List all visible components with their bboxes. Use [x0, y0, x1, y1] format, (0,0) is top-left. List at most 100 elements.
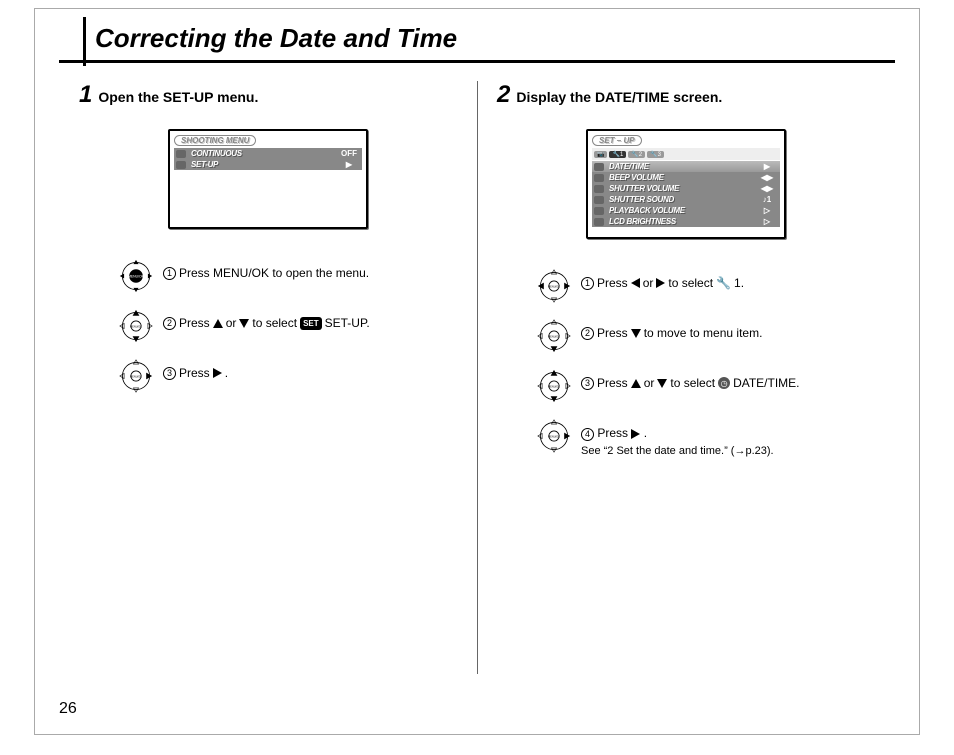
row-value: OFF — [336, 149, 362, 158]
text: Press — [597, 275, 628, 292]
text: to move to menu item. — [644, 325, 763, 342]
step-bullet: 2 — [163, 317, 176, 330]
row-label: PLAYBACK VOLUME — [607, 206, 751, 215]
lcd-row: CONTINUOUS OFF — [174, 148, 362, 159]
instruction-text: 1 Press or to select 🔧 1. — [581, 269, 744, 292]
row-value: ▷ — [754, 206, 780, 215]
instruction-text: 2 Press or to select SET SET-UP. — [163, 309, 370, 332]
instruction: MENU/OK 1 Press or to select 🔧 1. — [537, 269, 875, 303]
columns: 1 Open the SET-UP menu. SHOOTING MENU CO… — [59, 81, 895, 684]
step-heading: 1 Open the SET-UP menu. — [79, 81, 457, 109]
dpad-icon: MENU/OK — [119, 259, 153, 293]
lcd-shooting-menu: SHOOTING MENU CONTINUOUS OFF SET-UP ▶ — [168, 129, 368, 229]
dpad-icon: MENU/OK — [537, 369, 571, 403]
up-arrow-icon — [631, 379, 641, 388]
down-arrow-icon — [631, 329, 641, 338]
row-icon — [594, 174, 604, 182]
right-arrow-icon — [213, 368, 222, 378]
dpad-icon: MENU/OK — [537, 419, 571, 453]
row-icon — [594, 218, 604, 226]
step-bullet: 3 — [581, 377, 594, 390]
row-icon — [594, 163, 604, 171]
svg-text:MENU/OK: MENU/OK — [128, 275, 145, 279]
instruction: MENU/OK 1 Press MENU/OK to open the menu… — [119, 259, 457, 293]
left-arrow-icon — [631, 278, 640, 288]
text: or — [643, 275, 654, 292]
row-icon — [594, 185, 604, 193]
text: DATE/TIME. — [733, 375, 799, 392]
svg-text:MENU/OK: MENU/OK — [548, 435, 560, 439]
row-label: BEEP VOLUME — [607, 173, 751, 182]
lcd-tab: 🔧1 — [609, 151, 626, 158]
text: or — [644, 375, 655, 392]
instruction: MENU/OK 3 Press . — [119, 359, 457, 393]
text: Press — [597, 375, 628, 392]
row-value: ▶ — [336, 160, 362, 169]
text: Press — [179, 315, 210, 332]
text: or — [226, 315, 237, 332]
down-arrow-icon — [657, 379, 667, 388]
lcd-row: LCD BRIGHTNESS▷ — [592, 216, 780, 227]
row-label: DATE/TIME — [607, 162, 751, 171]
step-number: 2 — [497, 81, 510, 109]
lcd-row: SHUTTER SOUND♪1 — [592, 194, 780, 205]
dpad-icon: MENU/OK — [119, 309, 153, 343]
instruction: MENU/OK 2 Press to move to menu item. — [537, 319, 875, 353]
instruction: MENU/OK 3 Press or to select ◷ DATE/TIME… — [537, 369, 875, 403]
text: to select — [670, 375, 715, 392]
step-heading: 2 Display the DATE/TIME screen. — [497, 81, 875, 109]
row-value: ◀▶ — [754, 173, 780, 182]
lcd-header: SHOOTING MENU — [174, 135, 256, 146]
lcd-tabs: 📷 🔧1 🔧2 🔧3 — [592, 148, 780, 160]
svg-text:MENU/OK: MENU/OK — [130, 325, 142, 329]
instruction: MENU/OK 2 Press or to select SET SET-UP. — [119, 309, 457, 343]
right-arrow-icon — [656, 278, 665, 288]
step-bullet: 4 — [581, 428, 594, 441]
row-icon — [176, 161, 186, 169]
right-column: 2 Display the DATE/TIME screen. SET – UP… — [477, 81, 895, 684]
right-arrow-icon — [631, 429, 640, 439]
step-number: 1 — [79, 81, 92, 109]
lcd-tab: 📷 — [594, 151, 607, 158]
row-label: SET-UP — [189, 160, 333, 169]
row-icon — [594, 207, 604, 215]
step-title: Display the DATE/TIME screen. — [516, 89, 722, 105]
manual-page: Correcting the Date and Time 1 Open the … — [34, 8, 920, 735]
step-bullet: 1 — [163, 267, 176, 280]
lcd-row: BEEP VOLUME◀▶ — [592, 172, 780, 183]
text: 1. — [734, 275, 744, 292]
text: to select — [668, 275, 713, 292]
lcd-header: SET – UP — [592, 135, 642, 146]
step-bullet: 1 — [581, 277, 594, 290]
row-label: CONTINUOUS — [189, 149, 333, 158]
lcd-tab: 🔧2 — [628, 151, 645, 158]
dpad-icon: MENU/OK — [537, 269, 571, 303]
row-label: SHUTTER SOUND — [607, 195, 751, 204]
lcd-setup-menu: SET – UP 📷 🔧1 🔧2 🔧3 DATE/TIME▶ BEEP VOLU… — [586, 129, 786, 239]
svg-text:MENU/OK: MENU/OK — [130, 375, 142, 379]
row-value: ▶ — [754, 162, 780, 171]
instruction-text: 1 Press MENU/OK to open the menu. — [163, 259, 369, 282]
row-value: ◀▶ — [754, 184, 780, 193]
svg-text:MENU/OK: MENU/OK — [548, 285, 560, 289]
text: Press MENU/OK to open the menu. — [179, 265, 369, 282]
svg-text:MENU/OK: MENU/OK — [548, 335, 560, 339]
text: Press — [597, 325, 628, 342]
up-arrow-icon — [213, 319, 223, 328]
svg-text:MENU/OK: MENU/OK — [548, 385, 560, 389]
row-label: LCD BRIGHTNESS — [607, 217, 751, 226]
wrench-icon: 🔧 — [716, 275, 731, 292]
page-title: Correcting the Date and Time — [95, 23, 457, 53]
lcd-row: DATE/TIME▶ — [592, 161, 780, 172]
dpad-icon: MENU/OK — [537, 319, 571, 353]
text: SET-UP. — [325, 315, 370, 332]
row-value: ▷ — [754, 217, 780, 226]
instruction-text: 2 Press to move to menu item. — [581, 319, 762, 342]
row-value: ♪1 — [754, 195, 780, 204]
clock-icon: ◷ — [718, 377, 730, 389]
page-number: 26 — [59, 700, 77, 718]
step-bullet: 2 — [581, 327, 594, 340]
lcd-row: SET-UP ▶ — [174, 159, 362, 170]
instruction: MENU/OK 4 Press . See “2 Set the date an… — [537, 419, 875, 459]
text: to select — [252, 315, 297, 332]
